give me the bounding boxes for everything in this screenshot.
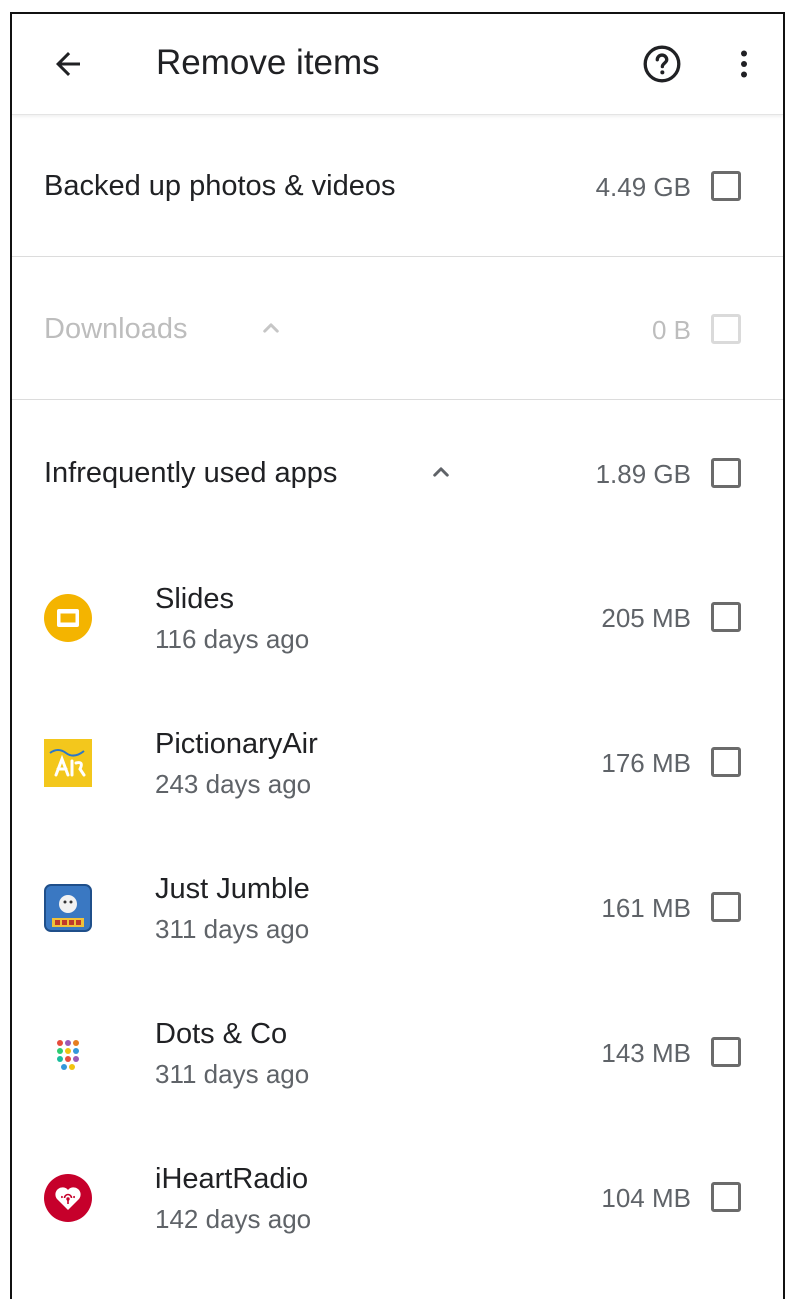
list-item[interactable]: iHeartRadio 142 days ago 104 MB <box>12 1124 783 1269</box>
pictionaryair-icon <box>44 739 92 787</box>
list-item[interactable]: PictionaryAir 243 days ago 176 MB <box>12 689 783 834</box>
section-downloads: Downloads 0 B <box>12 257 783 400</box>
section-label: Backed up photos & videos <box>44 170 396 202</box>
app-size: 143 MB <box>601 1038 691 1068</box>
infrequent-apps-checkbox[interactable] <box>711 458 741 488</box>
app-last-used: 311 days ago <box>155 914 310 944</box>
list-item[interactable]: Just Jumble 311 days ago 161 MB <box>12 834 783 979</box>
more-vert-icon <box>741 50 747 78</box>
app-size: 176 MB <box>601 748 691 778</box>
app-checkbox[interactable] <box>711 892 741 922</box>
app-checkbox[interactable] <box>711 1182 741 1212</box>
app-checkbox[interactable] <box>711 1037 741 1067</box>
slides-icon <box>44 594 92 642</box>
app-name: PictionaryAir <box>155 728 318 760</box>
section-size: 0 B <box>651 315 691 345</box>
page-title: Remove items <box>156 43 380 82</box>
app-bar: Remove items <box>12 14 783 115</box>
chevron-up-icon[interactable] <box>426 457 456 487</box>
app-name: Dots & Co <box>155 1018 288 1050</box>
screen: Remove items Backed up photos & videos 4… <box>10 12 785 1299</box>
just-jumble-icon <box>44 884 92 932</box>
app-name: Slides <box>155 583 234 615</box>
app-last-used: 311 days ago <box>155 1059 310 1089</box>
section-backed-up-photos[interactable]: Backed up photos & videos 4.49 GB <box>12 114 783 257</box>
app-size: 104 MB <box>601 1183 691 1213</box>
backed-up-checkbox[interactable] <box>711 171 741 201</box>
app-name: iHeartRadio <box>155 1163 309 1195</box>
arrow-left-icon <box>56 52 80 76</box>
list-item[interactable]: Slides 116 days ago 205 MB <box>12 544 783 689</box>
list-item[interactable]: Dots & Co 311 days ago 143 MB <box>12 979 783 1124</box>
section-size: 4.49 GB <box>595 172 691 202</box>
section-size: 1.89 GB <box>595 459 691 489</box>
app-last-used: 243 days ago <box>155 769 312 799</box>
downloads-checkbox <box>711 314 741 344</box>
help-circle-icon <box>643 45 681 83</box>
section-label: Infrequently used apps <box>44 457 338 489</box>
section-label: Downloads <box>44 313 188 345</box>
app-size: 205 MB <box>601 603 691 633</box>
app-checkbox[interactable] <box>711 747 741 777</box>
chevron-up-icon <box>256 313 286 343</box>
app-size: 161 MB <box>601 893 691 923</box>
app-checkbox[interactable] <box>711 602 741 632</box>
help-button[interactable] <box>634 36 690 92</box>
iheartradio-icon <box>44 1174 92 1222</box>
app-last-used: 142 days ago <box>155 1204 312 1234</box>
app-name: Just Jumble <box>155 873 310 905</box>
section-infrequent-apps[interactable]: Infrequently used apps 1.89 GB <box>12 400 783 540</box>
app-last-used: 116 days ago <box>155 624 310 654</box>
more-options-button[interactable] <box>716 36 772 92</box>
dots-and-co-icon <box>44 1029 92 1077</box>
back-button[interactable] <box>40 36 96 92</box>
